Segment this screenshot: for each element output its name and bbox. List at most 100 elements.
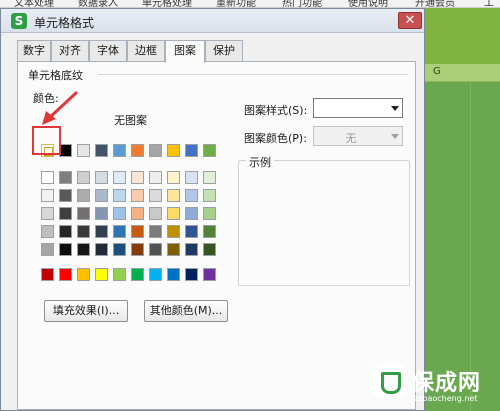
color-swatch[interactable] xyxy=(167,243,180,256)
color-swatch[interactable] xyxy=(59,189,72,202)
pattern-color-label: 图案颜色(P): xyxy=(244,132,307,145)
standard-color-swatch[interactable] xyxy=(149,268,162,281)
color-swatch[interactable] xyxy=(203,243,216,256)
standard-color-swatch[interactable] xyxy=(95,268,108,281)
menu-data-entry[interactable]: 数据录入 xyxy=(78,0,118,7)
menu-text-processing[interactable]: 文本处理 xyxy=(14,0,54,7)
color-swatch[interactable] xyxy=(185,144,198,157)
color-swatch[interactable] xyxy=(185,189,198,202)
color-swatch[interactable] xyxy=(149,144,162,157)
standard-color-swatch[interactable] xyxy=(59,268,72,281)
color-swatch[interactable] xyxy=(59,243,72,256)
color-swatch[interactable] xyxy=(167,225,180,238)
color-swatch[interactable] xyxy=(131,225,144,238)
menu-new-features[interactable]: 重新功能 xyxy=(216,0,256,7)
color-swatch[interactable] xyxy=(59,207,72,220)
spreadsheet-area: G xyxy=(425,8,500,411)
menu-popular-features[interactable]: 热门功能 xyxy=(282,0,322,7)
color-swatch[interactable] xyxy=(77,243,90,256)
pattern-color-value: 无 xyxy=(345,132,357,145)
color-swatch[interactable] xyxy=(131,243,144,256)
dialog-titlebar[interactable]: S 单元格格式 ✕ xyxy=(1,9,424,33)
color-swatch[interactable] xyxy=(77,207,90,220)
more-colors-button[interactable]: 其他颜色(M)... xyxy=(144,300,228,322)
standard-color-swatch[interactable] xyxy=(77,268,90,281)
color-swatch[interactable] xyxy=(59,171,72,184)
pattern-color-select[interactable]: 无 xyxy=(313,126,403,146)
color-swatch[interactable] xyxy=(95,171,108,184)
color-swatch[interactable] xyxy=(149,189,162,202)
color-swatch[interactable] xyxy=(41,207,54,220)
color-swatch[interactable] xyxy=(77,171,90,184)
tab-patterns[interactable]: 图案 xyxy=(165,40,205,63)
color-swatch[interactable] xyxy=(77,189,90,202)
color-swatch[interactable] xyxy=(203,171,216,184)
color-swatch[interactable] xyxy=(203,207,216,220)
color-swatch[interactable] xyxy=(131,189,144,202)
app-logo-icon: S xyxy=(11,13,27,29)
color-swatch[interactable] xyxy=(203,189,216,202)
color-swatch[interactable] xyxy=(59,225,72,238)
menu-tools[interactable]: 工 xyxy=(484,0,494,7)
column-header[interactable]: G xyxy=(425,64,500,82)
color-swatch[interactable] xyxy=(41,225,54,238)
color-swatch[interactable] xyxy=(113,144,126,157)
color-swatch[interactable] xyxy=(95,243,108,256)
standard-color-swatch[interactable] xyxy=(131,268,144,281)
watermark-title: 保成网 xyxy=(412,371,482,396)
color-swatch[interactable] xyxy=(203,144,216,157)
color-swatch[interactable] xyxy=(95,225,108,238)
pattern-style-select[interactable] xyxy=(313,98,403,118)
color-swatch[interactable] xyxy=(149,225,162,238)
color-swatch[interactable] xyxy=(185,207,198,220)
fill-effects-button[interactable]: 填充效果(I)... xyxy=(44,300,128,322)
tab-alignment[interactable]: 对齐 xyxy=(51,40,89,62)
color-swatch[interactable] xyxy=(95,207,108,220)
color-swatch[interactable] xyxy=(167,189,180,202)
color-swatch[interactable] xyxy=(185,225,198,238)
standard-color-swatch[interactable] xyxy=(41,268,54,281)
color-swatch[interactable] xyxy=(203,225,216,238)
standard-color-swatch[interactable] xyxy=(203,268,216,281)
standard-color-swatch[interactable] xyxy=(113,268,126,281)
tab-number[interactable]: 数字 xyxy=(17,40,51,62)
color-swatch[interactable] xyxy=(149,207,162,220)
color-swatch[interactable] xyxy=(185,171,198,184)
color-swatch[interactable] xyxy=(131,171,144,184)
standard-color-swatch[interactable] xyxy=(185,268,198,281)
no-pattern-label[interactable]: 无图案 xyxy=(114,112,147,128)
color-swatch[interactable] xyxy=(167,144,180,157)
color-swatch[interactable] xyxy=(41,171,54,184)
standard-color-swatch[interactable] xyxy=(167,268,180,281)
menu-cell-processing[interactable]: 单元格处理 xyxy=(142,0,192,7)
tab-protection[interactable]: 保护 xyxy=(205,40,243,62)
color-swatch[interactable] xyxy=(113,243,126,256)
color-swatch[interactable] xyxy=(113,189,126,202)
color-swatch[interactable] xyxy=(95,144,108,157)
color-swatch[interactable] xyxy=(77,225,90,238)
color-swatch[interactable] xyxy=(131,144,144,157)
close-button[interactable]: ✕ xyxy=(398,12,422,29)
color-swatch[interactable] xyxy=(167,171,180,184)
color-swatch[interactable] xyxy=(131,207,144,220)
app-menubar: 文本处理 数据录入 单元格处理 重新功能 热门功能 使用说明 开通会员 工 xyxy=(0,0,500,8)
dialog-title: 单元格格式 xyxy=(34,16,95,30)
color-swatch[interactable] xyxy=(149,243,162,256)
menu-instructions[interactable]: 使用说明 xyxy=(348,0,388,7)
color-swatch[interactable] xyxy=(113,171,126,184)
shield-logo-icon xyxy=(372,364,406,398)
color-swatch[interactable] xyxy=(167,207,180,220)
menu-membership[interactable]: 开通会员 xyxy=(415,0,455,7)
tab-border[interactable]: 边框 xyxy=(127,40,165,62)
color-swatch[interactable] xyxy=(113,225,126,238)
color-swatch[interactable] xyxy=(113,207,126,220)
color-swatch[interactable] xyxy=(41,243,54,256)
tab-font[interactable]: 字体 xyxy=(89,40,127,62)
color-swatch[interactable] xyxy=(149,171,162,184)
color-swatch[interactable] xyxy=(185,243,198,256)
watermark-url: zsbaocheng.net xyxy=(414,394,478,403)
color-swatch[interactable] xyxy=(95,189,108,202)
color-swatch[interactable] xyxy=(77,144,90,157)
color-swatch[interactable] xyxy=(41,189,54,202)
chevron-down-icon xyxy=(391,134,399,139)
